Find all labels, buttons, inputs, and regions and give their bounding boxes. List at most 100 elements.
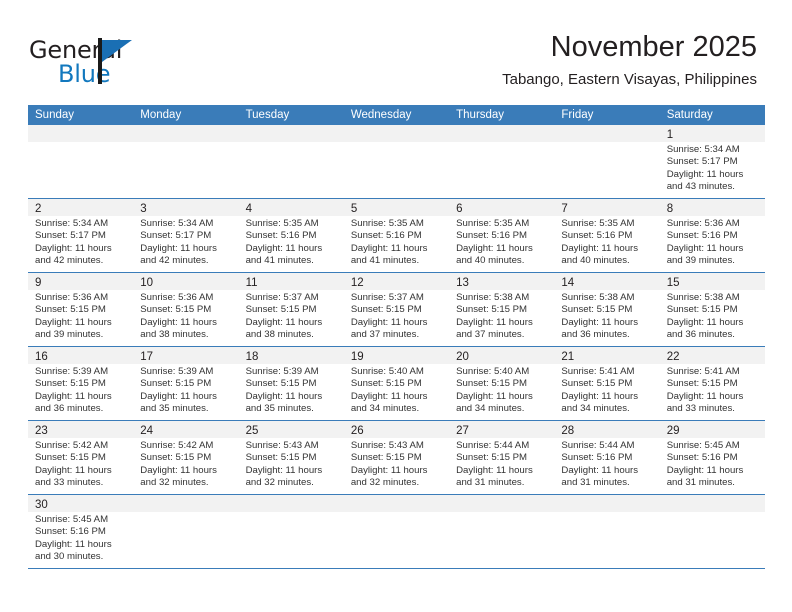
day-details: Sunrise: 5:34 AM Sunset: 5:17 PM Daylight:… — [133, 216, 238, 269]
day-cell[interactable]: 5 Sunrise: 5:35 AM Sunset: 5:16 PM Daylight… — [343, 199, 450, 272]
day-cell[interactable]: 10 Sunrise: 5:36 AM Sunset: 5:15 PM Dayligh… — [133, 273, 239, 346]
day-number-band — [238, 125, 344, 142]
day-cell[interactable]: 19 Sunrise: 5:40 AM Sunset: 5:15 PM Dayligh… — [343, 347, 450, 420]
day-sunrise-text: Sunrise: 5:43 AM — [350, 440, 424, 451]
day-cell[interactable]: 7 Sunrise: 5:35 AM Sunset: 5:16 PM Daylight… — [554, 199, 660, 272]
day-cell[interactable]: 8 Sunrise: 5:36 AM Sunset: 5:16 PM Daylight… — [659, 199, 765, 272]
day-sunrise-text: Sunrise: 5:38 AM — [456, 292, 530, 303]
day-sunset-text: Sunset: 5:17 PM — [35, 230, 106, 242]
day-number: 6 — [456, 203, 463, 215]
day-daylight2-text: and 43 minutes. — [666, 180, 735, 192]
day-sunrise-text: Sunrise: 5:38 AM — [666, 292, 740, 303]
weekday-header-row: Sunday Monday Tuesday Wednesday Thursday Frid… — [28, 105, 765, 125]
day-sunset-text: Sunset: 5:16 PM — [245, 230, 317, 242]
day-number: 7 — [561, 203, 568, 215]
day-sunset-text: Sunset: 5:15 PM — [561, 378, 633, 390]
day-details: Sunrise: 5:40 AM Sunset: 5:15 PM Daylight:… — [344, 364, 449, 417]
day-cell[interactable]: 24 Sunrise: 5:42 AM Sunset: 5:15 PM Dayligh… — [133, 421, 239, 494]
day-details: Sunrise: 5:36 AM Sunset: 5:15 PM Daylight:… — [133, 290, 238, 343]
day-number: 12 — [350, 277, 364, 289]
day-cell-empty — [449, 495, 555, 568]
day-number: 20 — [456, 351, 469, 363]
day-sunset-text: Sunset: 5:15 PM — [35, 452, 106, 464]
day-sunrise-text: Sunrise: 5:37 AM — [245, 292, 319, 303]
day-cell[interactable]: 30 Sunrise: 5:45 AM Sunset: 5:16 PM Dayligh… — [28, 495, 134, 568]
day-cell[interactable]: 25 Sunrise: 5:43 AM Sunset: 5:15 PM Dayligh… — [238, 421, 344, 494]
day-cell-empty — [554, 495, 660, 568]
day-cell[interactable]: 4 Sunrise: 5:35 AM Sunset: 5:16 PM Daylight… — [238, 199, 344, 272]
day-cell[interactable]: 12 Sunrise: 5:37 AM Sunset: 5:15 PM Dayligh… — [343, 273, 450, 346]
day-cell[interactable]: 20 Sunrise: 5:40 AM Sunset: 5:15 PM Dayligh… — [449, 347, 555, 420]
day-details: Sunrise: 5:38 AM Sunset: 5:15 PM Daylight:… — [660, 290, 765, 343]
day-number-band — [449, 125, 555, 142]
day-cell[interactable]: 1 Sunrise: 5:34 AM Sunset: 5:17 PM Daylight… — [659, 125, 765, 198]
day-cell[interactable]: 15 Sunrise: 5:38 AM Sunset: 5:15 PM Dayligh… — [659, 273, 765, 346]
day-number: 29 — [666, 425, 680, 437]
day-daylight2-text: and 36 minutes. — [561, 328, 630, 340]
day-number-band: 21 — [554, 347, 660, 364]
day-cell-empty — [554, 125, 660, 198]
day-daylight2-text: and 30 minutes. — [35, 550, 104, 562]
day-cell[interactable]: 3 Sunrise: 5:34 AM Sunset: 5:17 PM Daylight… — [133, 199, 239, 272]
day-cell[interactable]: 6 Sunrise: 5:35 AM Sunset: 5:16 PM Daylight… — [449, 199, 555, 272]
day-daylight1-text: Daylight: 11 hours — [456, 242, 533, 254]
day-details: Sunrise: 5:37 AM Sunset: 5:15 PM Daylight:… — [239, 290, 344, 343]
day-number: 17 — [140, 351, 154, 363]
day-sunrise-text: Sunrise: 5:39 AM — [245, 366, 319, 377]
day-daylight1-text: Daylight: 11 hours — [35, 390, 112, 402]
day-daylight2-text: and 42 minutes. — [35, 254, 104, 266]
day-cell[interactable]: 23 Sunrise: 5:42 AM Sunset: 5:15 PM Dayligh… — [28, 421, 134, 494]
day-daylight1-text: Daylight: 11 hours — [35, 464, 112, 476]
weekday-header-friday: Friday — [561, 109, 594, 121]
day-cell[interactable]: 28 Sunrise: 5:44 AM Sunset: 5:16 PM Dayligh… — [554, 421, 660, 494]
day-cell[interactable]: 2 Sunrise: 5:34 AM Sunset: 5:17 PM Daylight… — [28, 199, 134, 272]
day-cell[interactable]: 13 Sunrise: 5:38 AM Sunset: 5:15 PM Dayligh… — [449, 273, 555, 346]
day-cell[interactable]: 9 Sunrise: 5:36 AM Sunset: 5:15 PM Daylight… — [28, 273, 134, 346]
page-header: General Blue November 2025 Tabango, East… — [0, 0, 792, 100]
day-cell[interactable]: 29 Sunrise: 5:45 AM Sunset: 5:16 PM Dayligh… — [659, 421, 765, 494]
day-sunset-text: Sunset: 5:15 PM — [140, 452, 212, 464]
day-details: Sunrise: 5:39 AM Sunset: 5:15 PM Daylight:… — [239, 364, 344, 417]
day-details: Sunrise: 5:44 AM Sunset: 5:16 PM Daylight:… — [554, 438, 659, 491]
day-sunrise-text: Sunrise: 5:41 AM — [666, 366, 740, 377]
day-cell[interactable]: 16 Sunrise: 5:39 AM Sunset: 5:15 PM Dayligh… — [28, 347, 134, 420]
day-sunset-text: Sunset: 5:15 PM — [350, 304, 422, 316]
day-number-band — [238, 495, 344, 512]
day-number: 10 — [140, 277, 154, 289]
page-title: November 2025 — [550, 31, 757, 63]
day-cell[interactable]: 11 Sunrise: 5:37 AM Sunset: 5:15 PM Dayligh… — [238, 273, 344, 346]
day-daylight1-text: Daylight: 11 hours — [561, 464, 639, 476]
day-sunset-text: Sunset: 5:15 PM — [666, 304, 738, 316]
day-number-band: 14 — [554, 273, 660, 290]
day-number-band: 7 — [554, 199, 660, 216]
day-number-band — [28, 125, 134, 142]
day-sunrise-text: Sunrise: 5:40 AM — [350, 366, 424, 377]
day-number-band: 6 — [449, 199, 555, 216]
day-cell-empty — [28, 125, 134, 198]
day-details: Sunrise: 5:36 AM Sunset: 5:15 PM Daylight:… — [28, 290, 133, 343]
day-sunrise-text: Sunrise: 5:39 AM — [140, 366, 214, 377]
day-sunrise-text: Sunrise: 5:42 AM — [140, 440, 214, 451]
day-sunrise-text: Sunrise: 5:38 AM — [561, 292, 635, 303]
brand-logo[interactable]: General Blue — [29, 36, 209, 92]
day-sunset-text: Sunset: 5:15 PM — [140, 378, 212, 390]
day-daylight2-text: and 41 minutes. — [245, 254, 314, 266]
day-cell[interactable]: 18 Sunrise: 5:39 AM Sunset: 5:15 PM Dayligh… — [238, 347, 344, 420]
day-cell[interactable]: 27 Sunrise: 5:44 AM Sunset: 5:15 PM Dayligh… — [449, 421, 555, 494]
day-daylight1-text: Daylight: 11 hours — [561, 316, 639, 328]
day-daylight2-text: and 39 minutes. — [35, 328, 104, 340]
day-cell[interactable]: 26 Sunrise: 5:43 AM Sunset: 5:15 PM Dayligh… — [343, 421, 450, 494]
day-sunrise-text: Sunrise: 5:44 AM — [456, 440, 530, 451]
day-cell[interactable]: 21 Sunrise: 5:41 AM Sunset: 5:15 PM Dayligh… — [554, 347, 660, 420]
calendar-week-row: 9 Sunrise: 5:36 AM Sunset: 5:15 PM Daylight… — [28, 273, 765, 347]
day-sunset-text: Sunset: 5:15 PM — [666, 378, 738, 390]
day-sunset-text: Sunset: 5:17 PM — [140, 230, 212, 242]
day-sunset-text: Sunset: 5:15 PM — [561, 304, 633, 316]
day-sunrise-text: Sunrise: 5:35 AM — [456, 218, 530, 229]
day-sunrise-text: Sunrise: 5:36 AM — [140, 292, 214, 303]
day-daylight2-text: and 32 minutes. — [245, 476, 314, 488]
day-cell[interactable]: 14 Sunrise: 5:38 AM Sunset: 5:15 PM Dayligh… — [554, 273, 660, 346]
day-daylight1-text: Daylight: 11 hours — [666, 242, 744, 254]
day-cell[interactable]: 22 Sunrise: 5:41 AM Sunset: 5:15 PM Dayligh… — [659, 347, 765, 420]
day-cell[interactable]: 17 Sunrise: 5:39 AM Sunset: 5:15 PM Dayligh… — [133, 347, 239, 420]
